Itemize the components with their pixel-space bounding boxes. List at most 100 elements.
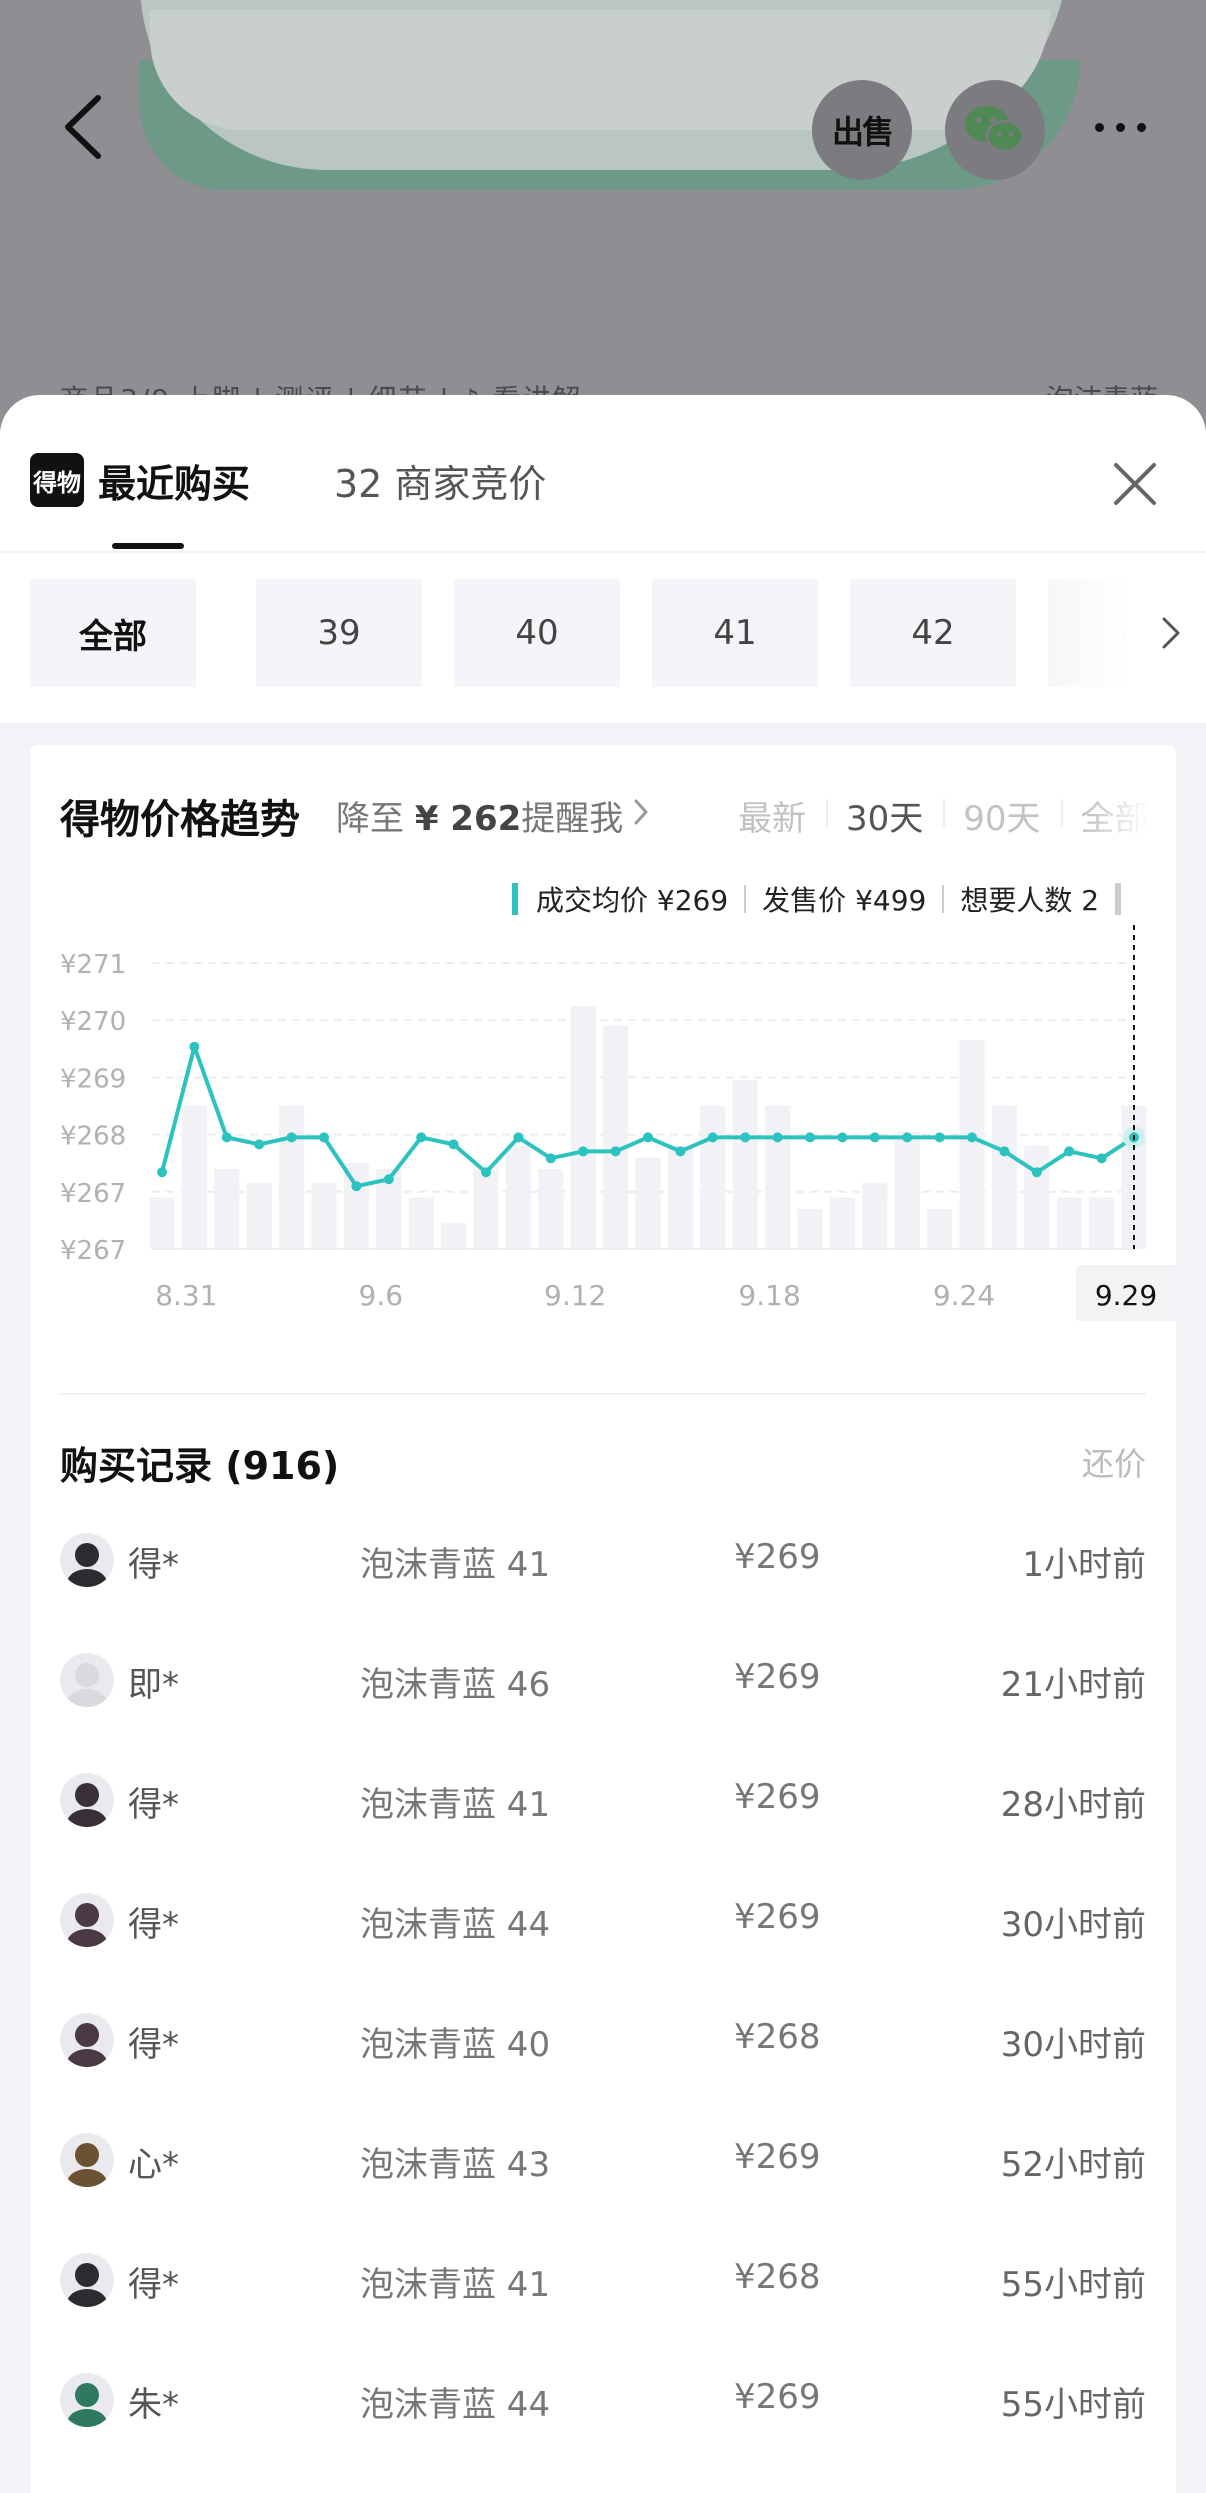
more-icon[interactable] [1095,112,1155,142]
x-tick-label: 9.6 [359,1279,404,1312]
product-variant: 泡沫青蓝 40 [360,2025,551,2065]
price-point [481,1167,491,1178]
counter-offer-link[interactable]: 还价 [1082,1439,1146,1485]
chevron-right-icon[interactable] [632,797,650,827]
size-chip-40[interactable]: 40 [454,579,620,687]
tooltip-sale-price: 发售价 ¥499 [762,884,927,917]
tab-merchant-bids[interactable]: 32 商家竞价 [334,453,546,508]
table-row: 得* 泡沫青蓝 41 ¥268 55小时前 [30,2235,1176,2355]
y-tick-label: ¥271 [60,950,126,980]
volume-bar [765,1106,791,1249]
sale-price: ¥268 [734,2257,821,2297]
table-row: 得* 泡沫青蓝 44 ¥269 30小时前 [30,1875,1176,1995]
price-point [383,1174,394,1185]
size-chip-all[interactable]: 全部 [30,579,196,687]
price-point [707,1132,718,1143]
volume-bar [570,1005,596,1249]
volume-bar [1056,1197,1082,1249]
price-point [805,1132,815,1143]
product-variant: 泡沫青蓝 43 [360,2145,551,2185]
range-tab-90d[interactable]: 90天 [943,791,1060,840]
volume-bar [246,1183,272,1249]
buyer-name: 即* [128,1665,179,1705]
x-tick-label: 8.31 [155,1279,217,1312]
volume-bar [829,1197,855,1249]
price-point [254,1139,265,1150]
price-point [740,1132,751,1143]
price-point [221,1132,232,1143]
volume-bar [927,1208,953,1249]
purchase-time: 1小时前 [1022,1545,1146,1585]
range-tab-latest[interactable]: 最新 [718,791,826,840]
product-image-area: 商品3/9 上脚 | 测评 | 细节 | ♪ 看讲解 泡沫青蓝 出售 [0,0,1206,430]
volume-bar [959,1040,985,1249]
y-tick-label: ¥270 [60,1007,126,1037]
price-trend-chart[interactable]: ¥271 ¥270 ¥269 ¥268 ¥267 ¥267 8.31 9.6 9.12 9.18 9… [30,925,1176,1385]
avatar [60,2253,114,2307]
volume-bar [894,1131,920,1249]
wechat-icon [965,106,1025,153]
range-tabs-fade [1086,781,1176,841]
buyer-name: 心* [128,2145,179,2185]
x-tick-label: 9.18 [738,1279,800,1312]
avatar [60,2013,114,2067]
volume-bar [862,1183,888,1249]
buyer-name: 得* [128,2025,179,2065]
volume-bar [473,1168,499,1249]
volume-bar [1024,1146,1050,1249]
purchase-time: 30小时前 [1000,1905,1146,1945]
x-tick-label: 9.24 [933,1279,995,1312]
purchase-time: 30小时前 [1000,2025,1146,2065]
back-arrow-icon[interactable] [56,92,116,162]
chevron-right-icon[interactable] [1160,613,1182,653]
wechat-share-button[interactable] [945,80,1045,180]
trend-title: 得物价格趋势 [60,797,300,843]
sheet-header: 得物 最近购买 32 商家竞价 [0,395,1206,553]
avatar [60,1893,114,1947]
product-variant: 泡沫青蓝 41 [360,1545,551,1585]
tab-recent-purchases[interactable]: 最近购买 [98,453,250,508]
price-point [319,1132,329,1143]
y-tick-label: ¥267 [60,1179,126,1209]
avatar [60,1773,114,1827]
volume-bar [311,1183,337,1249]
tooltip-avg-price: 成交均价 ¥269 [536,884,729,917]
purchase-time: 55小时前 [1000,2265,1146,2305]
y-tick-label: ¥268 [60,1122,126,1152]
table-row: 得* 泡沫青蓝 41 ¥269 1小时前 [30,1515,1176,1635]
brand-logo: 得物 [30,453,84,507]
tooltip-accent-bar [512,883,518,915]
price-trend-card: 得物价格趋势 降至 ¥ 262提醒我 最新 30天 90天 全部 成交均价 ¥2… [30,745,1176,2493]
price-point [448,1139,459,1150]
sell-button[interactable]: 出售 [812,80,912,180]
sale-price: ¥268 [734,2017,821,2057]
price-point [643,1132,653,1143]
purchase-records-title: 购买记录 (916) [60,1444,340,1488]
sale-price: ¥269 [734,1777,821,1817]
sale-price: ¥269 [734,2377,821,2417]
volume-bar [1089,1197,1115,1249]
price-point [545,1153,556,1164]
price-point [772,1132,783,1143]
price-point [351,1181,362,1192]
price-point [1031,1167,1042,1178]
y-tick-label: ¥269 [60,1064,126,1094]
volume-bar [667,1146,693,1249]
table-row: 朱* 泡沫青蓝 44 ¥269 55小时前 [30,2355,1176,2475]
buyer-name: 得* [128,1785,179,1825]
range-tab-30d[interactable]: 30天 [826,791,943,840]
size-filter-row: 全部 39 40 41 42 4 [0,553,1206,723]
buyer-name: 得* [128,1545,179,1585]
size-chip-42[interactable]: 42 [850,579,1016,687]
price-alert-link[interactable]: 降至 ¥ 262提醒我 [336,791,623,840]
close-icon[interactable] [1110,459,1160,509]
purchase-records-list: 得* 泡沫青蓝 41 ¥269 1小时前 即* 泡沫青蓝 46 ¥269 21小时前 得* 泡沫青… [30,1515,1176,2475]
remind-suffix: 提醒我 [521,799,624,839]
price-point [902,1132,913,1143]
size-chip-41[interactable]: 41 [652,579,818,687]
size-chip-39[interactable]: 39 [256,579,422,687]
sale-price: ¥269 [734,1657,821,1697]
product-variant: 泡沫青蓝 41 [360,1785,551,1825]
tooltip-separator [942,885,945,913]
tooltip-end-bar [1115,883,1122,915]
